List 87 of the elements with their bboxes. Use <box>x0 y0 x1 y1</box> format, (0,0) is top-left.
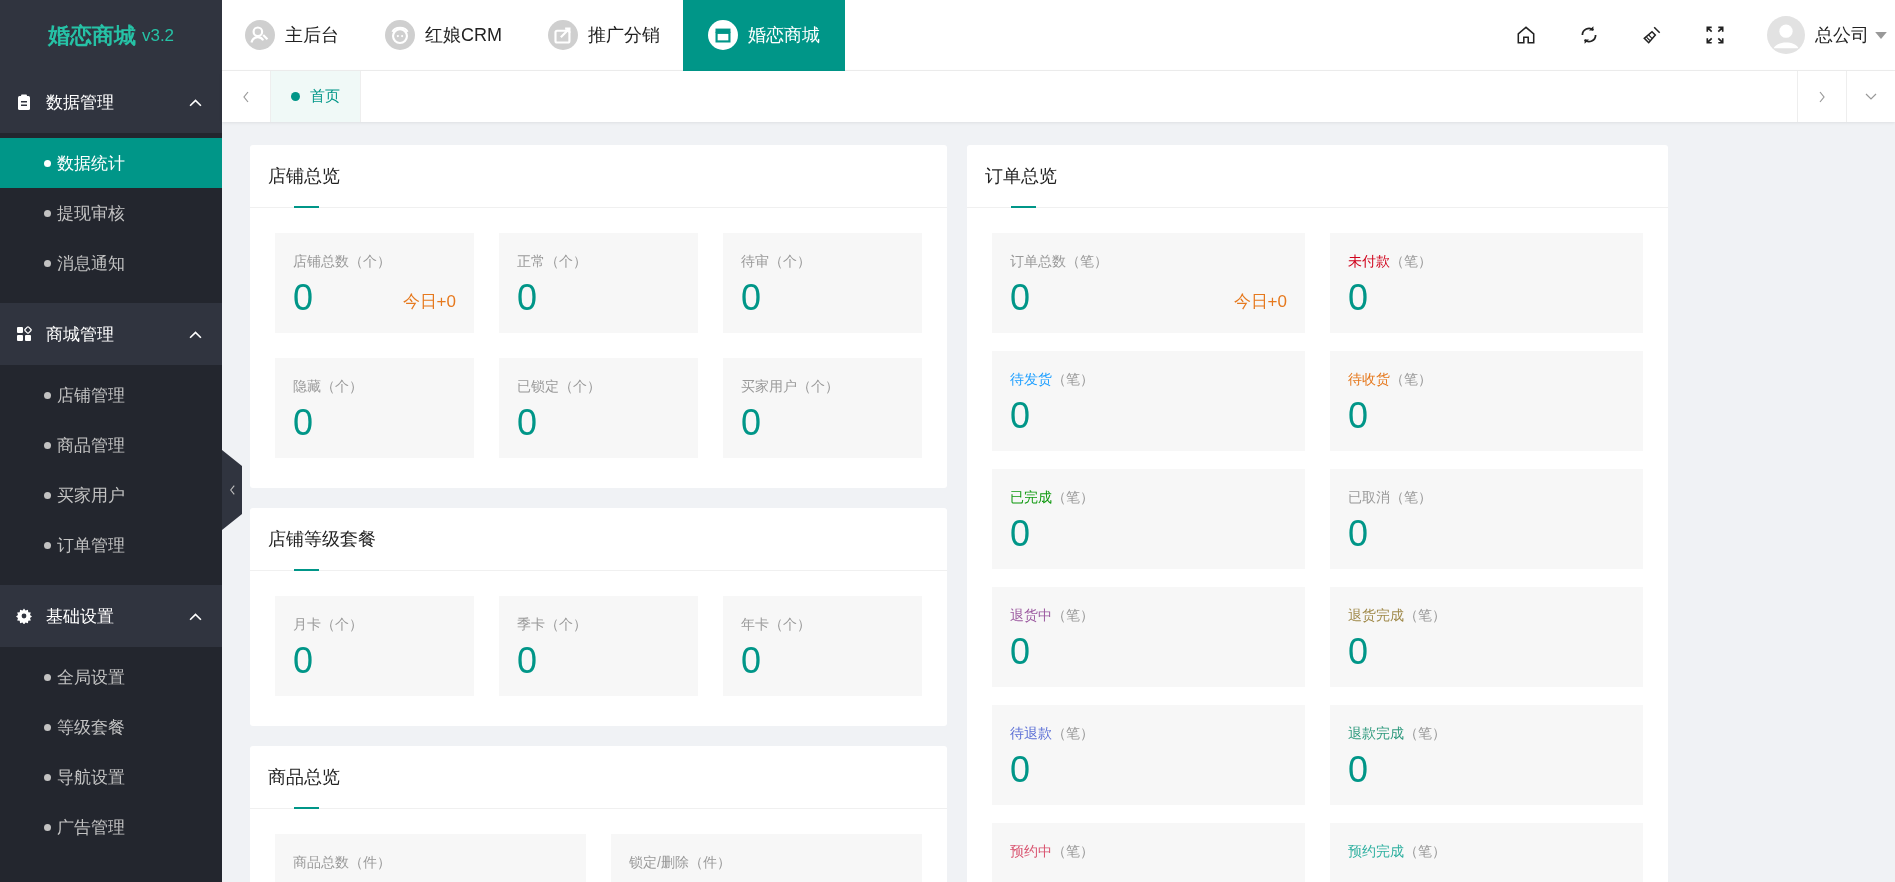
user-menu[interactable]: 总公司 <box>1767 16 1887 54</box>
stat-value: 0 <box>517 640 538 682</box>
stat-value: 0 <box>1010 395 1031 437</box>
menu-group-header[interactable]: 数据管理 <box>0 71 222 133</box>
home-icon[interactable] <box>1515 24 1537 46</box>
stat-label: 待收货（笔） <box>1348 370 1433 389</box>
stat-label: 待发货（笔） <box>1010 370 1095 389</box>
card-title: 订单总览 <box>985 165 1057 188</box>
stat-label: 预约完成（笔） <box>1348 842 1447 861</box>
sidebar-item[interactable]: 商品管理 <box>0 420 222 470</box>
stat-value: 0 <box>1348 749 1369 791</box>
stat-value: 0 <box>741 402 762 444</box>
stat-label: 商品总数（件） <box>293 853 392 872</box>
stat-label: 已完成（笔） <box>1010 488 1095 507</box>
stat-value: 0 <box>1010 631 1031 673</box>
page-tab[interactable]: 首页 <box>271 71 361 122</box>
stat-value: 0 <box>1348 513 1369 555</box>
stat-value: 0 <box>741 640 762 682</box>
sidebar-item[interactable]: 导航设置 <box>0 752 222 802</box>
stat-value: 0 <box>517 277 538 319</box>
card-title: 商品总览 <box>268 766 340 789</box>
sidebar-item[interactable]: 店铺管理 <box>0 370 222 420</box>
sidebar-item[interactable]: 提现审核 <box>0 188 222 238</box>
chevron-left-icon <box>242 90 250 103</box>
stat-label: 季卡（个） <box>517 615 588 634</box>
stat-label: 已取消（笔） <box>1348 488 1433 507</box>
stat-label: 待审（个） <box>741 252 812 271</box>
gear-icon <box>16 608 32 624</box>
stat-label: 退款完成（笔） <box>1348 724 1447 743</box>
stat-label: 隐藏（个） <box>293 377 364 396</box>
chevron-left-icon <box>228 484 236 496</box>
stat-value: 0 <box>293 277 314 319</box>
face-icon <box>385 20 415 50</box>
stat-label: 锁定/删除（件） <box>629 853 732 872</box>
stat-label: 买家用户（个） <box>741 377 840 396</box>
shop-icon <box>708 20 738 50</box>
stat-value: 0 <box>1010 277 1031 319</box>
stat-label: 正常（个） <box>517 252 588 271</box>
clipboard-icon <box>16 94 32 110</box>
today-increase: 今日+0 <box>402 291 456 313</box>
stat-value: 0 <box>1348 277 1369 319</box>
module-tab[interactable]: 婚恋商城 <box>683 0 845 71</box>
module-tab[interactable]: 推广分销 <box>525 0 683 71</box>
stat-label: 退货完成（笔） <box>1348 606 1447 625</box>
share-icon <box>548 20 578 50</box>
menu-group-header[interactable]: 商城管理 <box>0 303 222 365</box>
chevron-right-icon <box>1818 90 1826 103</box>
card-title: 店铺等级套餐 <box>268 528 376 551</box>
sidebar-item[interactable]: 广告管理 <box>0 802 222 852</box>
stat-value: 0 <box>1348 631 1369 673</box>
stat-label: 月卡（个） <box>293 615 364 634</box>
avatar-icon <box>1767 16 1805 54</box>
stat-value: 0 <box>1010 513 1031 555</box>
sidebar-item[interactable]: 等级套餐 <box>0 702 222 752</box>
stat-label: 店铺总数（个） <box>293 252 392 271</box>
sidebar-item[interactable]: 全局设置 <box>0 652 222 702</box>
sidebar-item[interactable]: 数据统计 <box>0 138 222 188</box>
sidebar-item[interactable]: 买家用户 <box>0 470 222 520</box>
stat-value: 0 <box>293 402 314 444</box>
app-logo: 婚恋商城 v3.2 <box>0 0 222 71</box>
stat-value: 0 <box>1348 395 1369 437</box>
stat-value: 0 <box>293 640 314 682</box>
blocks-icon <box>16 326 32 342</box>
stat-label: 预约中（笔） <box>1010 842 1095 861</box>
chevron-down-icon <box>1865 92 1877 101</box>
caret-icon <box>1875 31 1887 39</box>
stat-label: 年卡（个） <box>741 615 812 634</box>
fullscreen-icon[interactable] <box>1704 24 1726 46</box>
stat-label: 未付款（笔） <box>1348 252 1433 271</box>
stat-value: 0 <box>517 402 538 444</box>
stat-value: 0 <box>741 277 762 319</box>
module-tab[interactable]: 红娘CRM <box>362 0 525 71</box>
today-increase: 今日+0 <box>1233 291 1287 313</box>
chevron-icon <box>189 97 202 107</box>
stat-label: 已锁定（个） <box>517 377 602 396</box>
card-title: 店铺总览 <box>268 165 340 188</box>
menu-group-header[interactable]: 基础设置 <box>0 585 222 647</box>
stat-label: 退货中（笔） <box>1010 606 1095 625</box>
sidebar-item[interactable]: 订单管理 <box>0 520 222 570</box>
sidebar-item[interactable]: 消息通知 <box>0 238 222 288</box>
user-icon <box>245 20 275 50</box>
module-tab[interactable]: 主后台 <box>222 0 362 71</box>
stat-label: 订单总数（笔） <box>1010 252 1109 271</box>
chevron-icon <box>189 329 202 339</box>
stat-value: 0 <box>1010 749 1031 791</box>
chevron-icon <box>189 611 202 621</box>
stat-label: 待退款（笔） <box>1010 724 1095 743</box>
